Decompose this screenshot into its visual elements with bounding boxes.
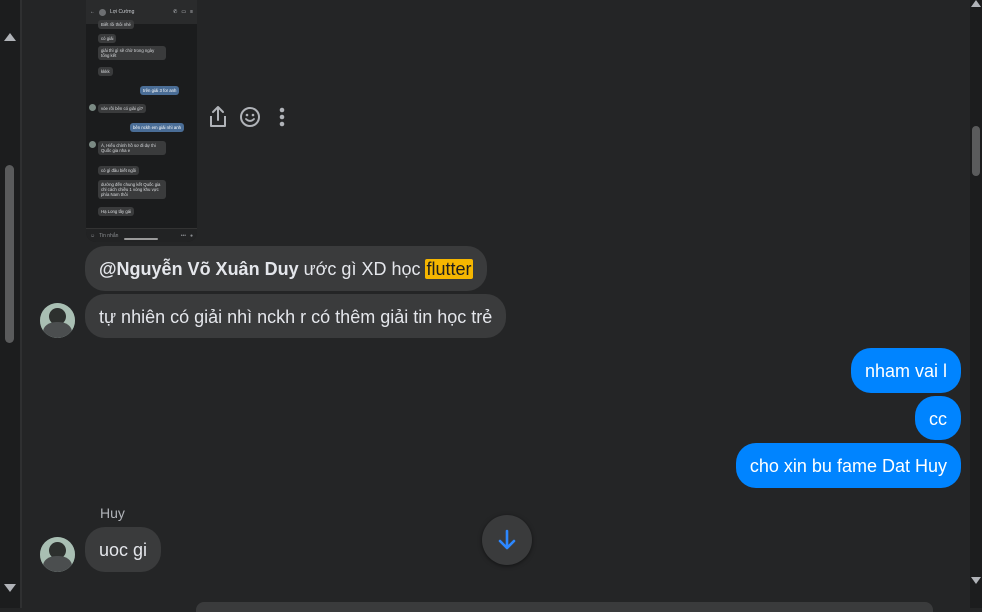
left-scrollbar[interactable] bbox=[0, 0, 20, 608]
react-icon[interactable] bbox=[239, 104, 261, 130]
preview-message: À, Hiếu chính hồ sơ đi dự thi Quốc gia n… bbox=[98, 141, 166, 155]
preview-message: có giải bbox=[98, 34, 117, 43]
message-text: tự nhiên có giải nhì nckh r có thêm giải… bbox=[99, 307, 493, 327]
preview-title: Lợi Cường bbox=[110, 9, 135, 15]
scroll-thumb[interactable] bbox=[972, 126, 980, 176]
preview-message: Hạ Long tây gái bbox=[98, 207, 135, 216]
scroll-to-bottom-button[interactable] bbox=[482, 515, 532, 565]
message-bubble-incoming[interactable]: @Nguyễn Võ Xuân Duy ước gì XD học flutte… bbox=[85, 246, 487, 291]
preview-avatar bbox=[89, 141, 96, 148]
avatar[interactable] bbox=[40, 303, 75, 338]
message-bubble-outgoing[interactable]: cc bbox=[915, 396, 961, 440]
avatar[interactable] bbox=[40, 537, 75, 572]
composer-edge bbox=[196, 602, 933, 612]
scroll-down-arrow-icon[interactable] bbox=[971, 577, 981, 584]
preview-message: giải thì gì sẽ chờ trong ngày tổng kết bbox=[98, 46, 166, 60]
message-text: uoc gi bbox=[99, 540, 148, 560]
mic-icon: ● bbox=[189, 232, 193, 239]
scroll-thumb[interactable] bbox=[5, 165, 14, 343]
preview-message: vòe rồi bên có giải gì? bbox=[98, 104, 147, 113]
menu-icon: ≡ bbox=[190, 9, 193, 15]
message-bubble-outgoing[interactable]: nham vai l bbox=[850, 348, 961, 393]
home-indicator bbox=[124, 238, 158, 240]
back-arrow-icon: ← bbox=[90, 9, 95, 15]
scroll-down-arrow-icon[interactable] bbox=[4, 584, 16, 592]
video-icon: ▭ bbox=[181, 9, 187, 15]
preview-avatar bbox=[89, 104, 96, 111]
preview-message: bên nckh em giải nhì anh bbox=[130, 123, 185, 132]
scroll-up-arrow-icon[interactable] bbox=[971, 0, 981, 7]
preview-message: có gì đâu biết ngồi bbox=[98, 166, 140, 175]
emoji-icon: ☺ bbox=[90, 232, 96, 239]
message-actions bbox=[207, 104, 293, 130]
image-attachment[interactable]: ← Lợi Cường ✆ ▭ ≡ Biết rồi thôi nhé có g… bbox=[86, 0, 197, 242]
message-text: ước gì XD học bbox=[298, 259, 426, 279]
scroll-up-arrow-icon[interactable] bbox=[4, 33, 16, 41]
arrow-down-icon bbox=[498, 529, 516, 550]
call-icon: ✆ bbox=[173, 9, 178, 15]
preview-message: Biết rồi thôi nhé bbox=[98, 20, 134, 29]
panel-divider bbox=[20, 0, 22, 608]
mention[interactable]: @Nguyễn Võ Xuân Duy bbox=[99, 259, 299, 279]
share-icon[interactable] bbox=[207, 104, 229, 130]
message-text: nham vai l bbox=[864, 361, 947, 381]
message-bubble-outgoing[interactable]: cho xin bu fame Dat Huy bbox=[735, 443, 961, 488]
right-scrollbar[interactable] bbox=[970, 0, 982, 608]
preview-message: trên giải 3 for anh bbox=[140, 86, 180, 95]
message-text: cho xin bu fame Dat Huy bbox=[749, 456, 947, 476]
message-bubble-incoming[interactable]: tự nhiên có giải nhì nckh r có thêm giải… bbox=[85, 294, 507, 338]
preview-message: dường đến chung kết Quốc gia chỉ cách ch… bbox=[98, 180, 166, 199]
message-bubble-incoming[interactable]: uoc gi bbox=[85, 527, 162, 572]
more-options-icon[interactable] bbox=[271, 104, 293, 130]
more-icon: ••• bbox=[180, 232, 186, 239]
sender-name: Huy bbox=[100, 505, 125, 521]
preview-avatar bbox=[99, 8, 106, 16]
message-text: cc bbox=[929, 409, 947, 429]
highlighted-word: flutter bbox=[425, 259, 473, 279]
preview-message: kkkk bbox=[98, 67, 113, 76]
